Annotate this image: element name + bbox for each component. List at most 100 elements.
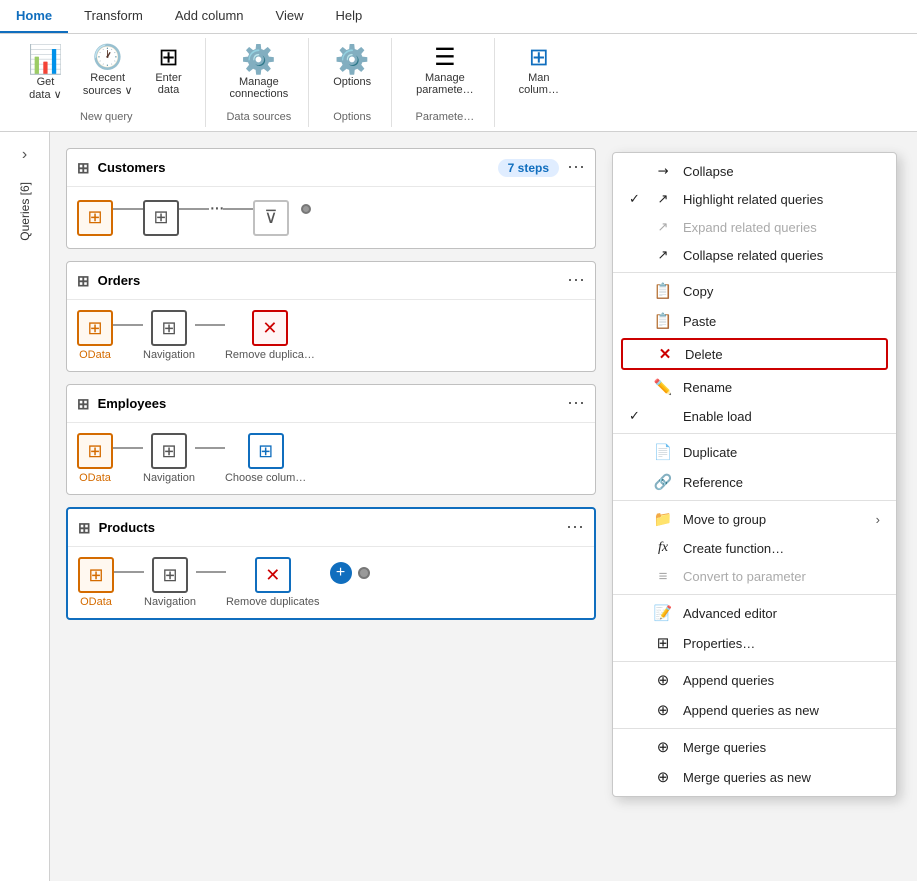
ctx-item-merge-queries-new[interactable]: ⊕ Merge queries as new [613, 762, 896, 792]
employees-connector-2 [195, 447, 225, 449]
data-sources-group-label: Data sources [226, 107, 291, 123]
ctx-label-highlight: Highlight related queries [683, 192, 823, 207]
employees-connector-1 [113, 447, 143, 449]
ctx-label-move-to-group: Move to group [683, 512, 766, 527]
options-button[interactable]: ⚙️ Options [325, 42, 379, 92]
tab-transform[interactable]: Transform [68, 0, 159, 33]
ctx-label-properties: Properties… [683, 636, 755, 651]
table-icon-employees: ⊞ [77, 395, 90, 413]
ctx-sep-5 [613, 661, 896, 662]
ctx-label-reference: Reference [683, 475, 743, 490]
ctx-check-enable-load: ✓ [629, 408, 643, 424]
query-card-orders-title: ⊞ Orders [77, 272, 140, 290]
ctx-label-paste: Paste [683, 314, 716, 329]
ctx-item-expand-related[interactable]: ↗ Expand related queries [613, 213, 896, 241]
ctx-label-merge-queries: Merge queries [683, 740, 766, 755]
query-card-employees: ⊞ Employees ⋯ ⊞ OData ⊞ Navigation ⊞ [66, 384, 596, 495]
customers-ellipsis: ··· [209, 197, 223, 220]
ctx-label-advanced-editor: Advanced editor [683, 606, 777, 621]
ctx-item-merge-queries[interactable]: ⊕ Merge queries [613, 732, 896, 762]
manage-parameters-icon: ☰ [434, 46, 456, 70]
ribbon-group-options: ⚙️ Options Options [313, 38, 392, 127]
ctx-item-create-function[interactable]: fx Create function… [613, 534, 896, 562]
add-step-button[interactable]: + [330, 562, 352, 584]
tab-add-column[interactable]: Add column [159, 0, 260, 33]
ctx-item-copy[interactable]: 📋 Copy [613, 276, 896, 306]
ctx-icon-collapse: ↗ [650, 158, 675, 183]
ctx-label-copy: Copy [683, 284, 713, 299]
manage-columns-button[interactable]: ⊞ Mancolum… [511, 42, 567, 100]
ctx-item-enable-load[interactable]: ✓ Enable load [613, 402, 896, 430]
ribbon-tabs: Home Transform Add column View Help [0, 0, 917, 34]
ribbon-buttons-manage-columns: ⊞ Mancolum… [511, 42, 567, 100]
main-area: › Queries [6] ⊞ Customers 7 steps ⋯ ⊞ [0, 132, 917, 881]
query-card-products-header: ⊞ Products ⋯ [68, 509, 594, 547]
customers-step-grid: ⊞ [143, 200, 179, 236]
customers-menu-icon[interactable]: ⋯ [567, 157, 585, 178]
ribbon-content: 📊 Getdata ∨ 🕐 Recentsources ∨ ⊞ Enterdat… [0, 34, 917, 131]
ctx-item-reference[interactable]: 🔗 Reference [613, 467, 896, 497]
enter-data-label: Enterdata [155, 72, 181, 96]
ctx-item-collapse[interactable]: ↗ Collapse [613, 157, 896, 185]
ctx-item-paste[interactable]: 📋 Paste [613, 306, 896, 336]
ctx-item-move-to-group[interactable]: 📁 Move to group › [613, 504, 896, 534]
ctx-item-duplicate[interactable]: 📄 Duplicate [613, 437, 896, 467]
enter-data-button[interactable]: ⊞ Enterdata [145, 42, 193, 105]
products-navigation-icon: ⊞ [152, 557, 188, 593]
query-card-employees-header: ⊞ Employees ⋯ [67, 385, 595, 423]
ctx-sep-3 [613, 500, 896, 501]
ctx-label-delete: Delete [685, 347, 723, 362]
manage-connections-button[interactable]: ⚙️ Manageconnections [222, 42, 297, 104]
ctx-label-duplicate: Duplicate [683, 445, 737, 460]
ctx-item-append-queries[interactable]: ⊕ Append queries [613, 665, 896, 695]
ctx-label-convert-to-param: Convert to parameter [683, 569, 806, 584]
ctx-sep-1 [613, 272, 896, 273]
products-menu-icon[interactable]: ⋯ [566, 517, 584, 538]
ctx-item-convert-to-param[interactable]: ≡ Convert to parameter [613, 562, 896, 591]
products-step-navigation: ⊞ Navigation [144, 557, 196, 608]
ribbon: Home Transform Add column View Help 📊 Ge… [0, 0, 917, 132]
customers-step-filter: ⊽ [253, 200, 289, 236]
query-card-products: ⊞ Products ⋯ ⊞ OData ⊞ Navigation [66, 507, 596, 620]
manage-connections-icon: ⚙️ [241, 46, 276, 74]
orders-menu-icon[interactable]: ⋯ [567, 270, 585, 291]
ctx-icon-move-to-group: 📁 [653, 510, 673, 528]
employees-odata-label: OData [79, 472, 111, 484]
customers-name: Customers [98, 160, 166, 175]
ctx-item-delete[interactable]: ✕ Delete [621, 338, 888, 370]
ctx-item-advanced-editor[interactable]: 📝 Advanced editor [613, 598, 896, 628]
products-odata-label: OData [80, 596, 112, 608]
ctx-item-rename[interactable]: ✏️ Rename [613, 372, 896, 402]
enter-data-icon: ⊞ [158, 46, 178, 70]
ctx-arrow-move-to-group: › [876, 512, 880, 527]
products-step-remove: ✕ Remove duplicates [226, 557, 320, 608]
sidebar-collapse-toggle[interactable]: › [16, 140, 33, 170]
ctx-item-append-queries-new[interactable]: ⊕ Append queries as new [613, 695, 896, 725]
query-card-products-title: ⊞ Products [78, 519, 155, 537]
customers-right-dot [301, 204, 311, 214]
ctx-label-append-queries-new: Append queries as new [683, 703, 819, 718]
products-connector-2 [196, 571, 226, 573]
ctx-item-properties[interactable]: ⊞ Properties… [613, 628, 896, 658]
get-data-button[interactable]: 📊 Getdata ∨ [20, 42, 71, 105]
tab-home[interactable]: Home [0, 0, 68, 33]
sidebar-label: Queries [6] [18, 182, 32, 241]
employees-choose-label: Choose colum… [225, 472, 306, 484]
orders-name: Orders [98, 273, 141, 288]
manage-parameters-button[interactable]: ☰ Manageparamete… [408, 42, 481, 100]
ctx-item-collapse-related[interactable]: ↗ Collapse related queries [613, 241, 896, 269]
tab-view[interactable]: View [260, 0, 320, 33]
orders-remove-icon: ✕ [252, 310, 288, 346]
ribbon-buttons-new-query: 📊 Getdata ∨ 🕐 Recentsources ∨ ⊞ Enterdat… [20, 42, 193, 105]
employees-menu-icon[interactable]: ⋯ [567, 393, 585, 414]
ctx-label-collapse-related: Collapse related queries [683, 248, 823, 263]
ctx-sep-4 [613, 594, 896, 595]
employees-navigation-icon: ⊞ [151, 433, 187, 469]
ctx-icon-append-queries: ⊕ [653, 671, 673, 689]
ctx-item-highlight-related[interactable]: ✓ ↗ Highlight related queries [613, 185, 896, 213]
recent-sources-button[interactable]: 🕐 Recentsources ∨ [75, 42, 141, 105]
tab-help[interactable]: Help [319, 0, 378, 33]
ribbon-buttons-parameters: ☰ Manageparamete… [408, 42, 481, 100]
customers-connector-3 [223, 208, 253, 210]
query-card-customers: ⊞ Customers 7 steps ⋯ ⊞ ⊞ ··· [66, 148, 596, 249]
